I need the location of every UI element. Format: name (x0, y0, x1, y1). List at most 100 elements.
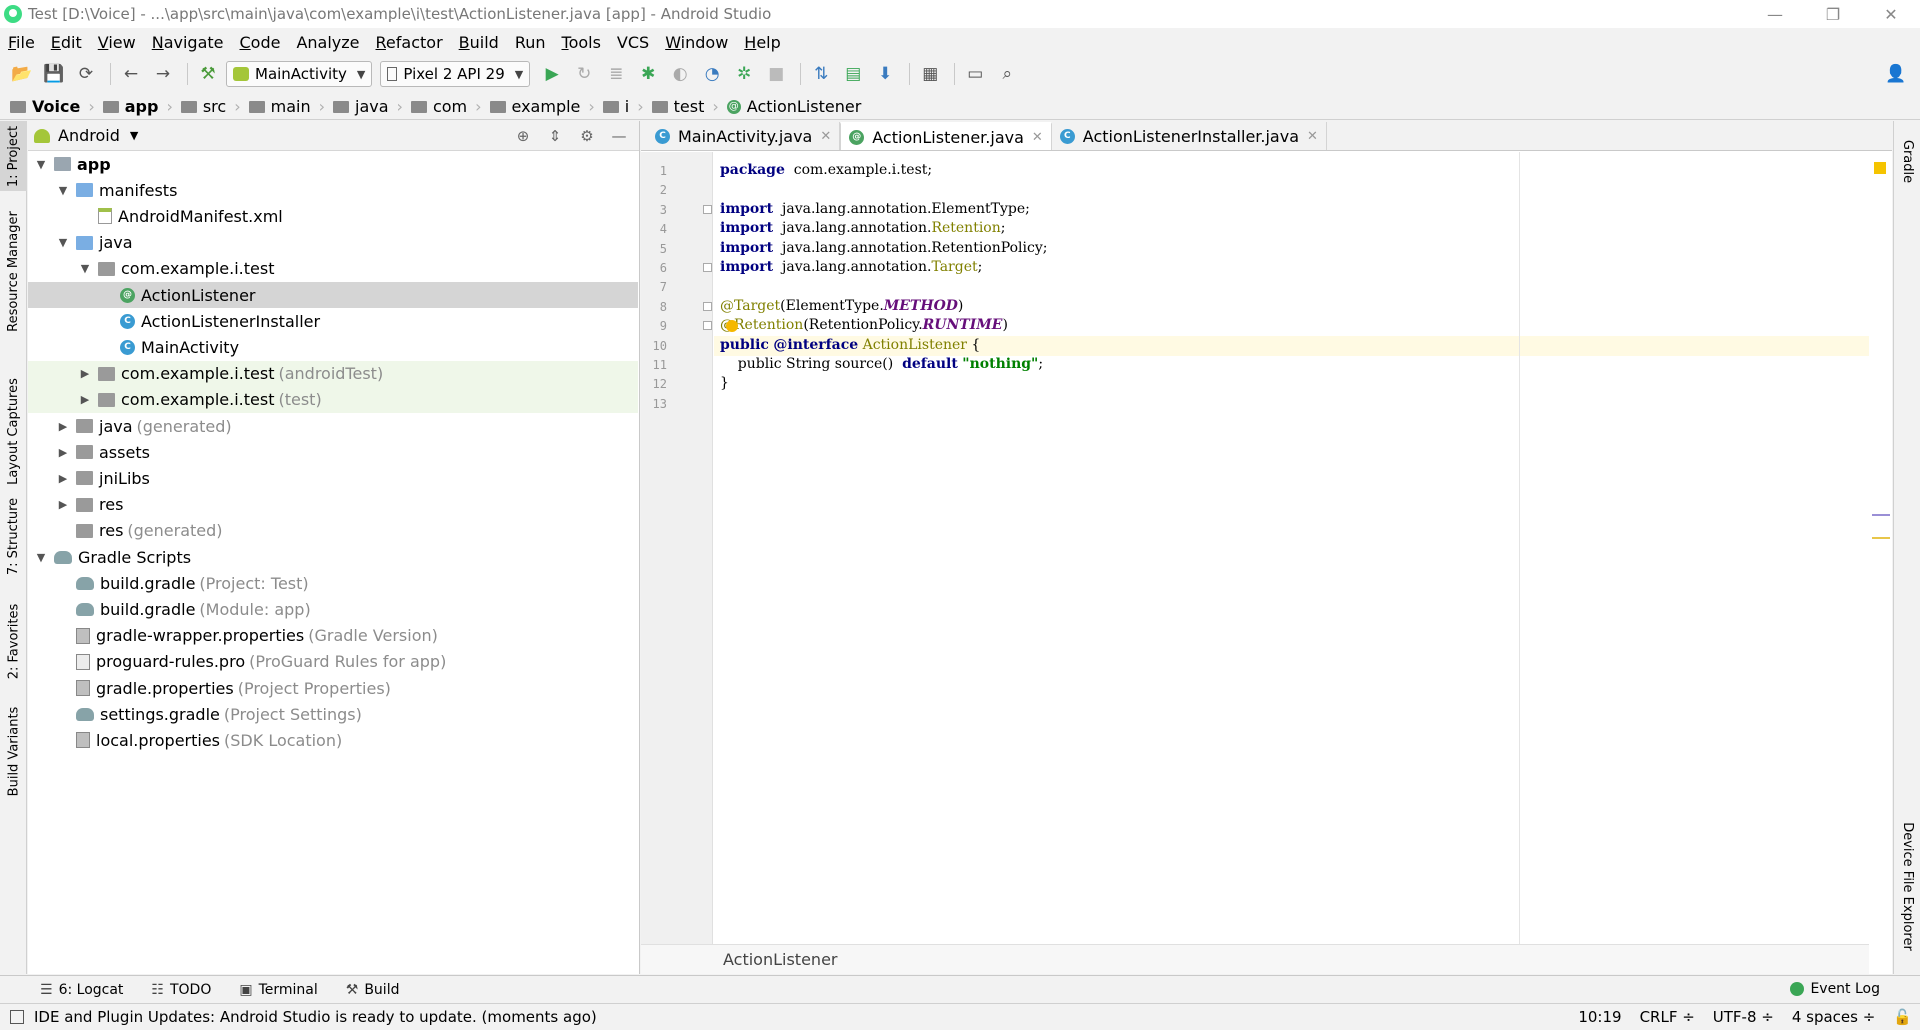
tree-item[interactable]: settings.gradle (Project Settings) (28, 701, 638, 727)
editor-tab[interactable]: C ActionListenerInstaller.java ✕ (1052, 122, 1327, 150)
fold-marker-icon[interactable] (703, 301, 712, 311)
expand-arrow-icon[interactable]: ▼ (34, 158, 48, 171)
sync-icon[interactable]: ⟳ (72, 60, 100, 88)
tree-item[interactable]: ▼ java (28, 230, 638, 256)
tool-window-tab[interactable]: 2: Favorites (0, 591, 27, 691)
marker-stripe[interactable] (1872, 514, 1890, 516)
run-icon[interactable]: ▶ (538, 60, 566, 88)
lock-icon[interactable]: 🔓 (1893, 1008, 1912, 1026)
error-stripe[interactable] (1870, 152, 1892, 944)
toggle-tool-windows-icon[interactable] (10, 1010, 24, 1024)
code-line[interactable]: package com.example.i.test; (720, 162, 932, 178)
search-icon[interactable]: ⌕ (993, 60, 1021, 88)
terminal-icon[interactable]: ▭ (961, 60, 989, 88)
device-select[interactable]: Pixel 2 API 29 ▼ (380, 61, 531, 87)
code-line[interactable]: import java.lang.annotation.RetentionPol… (720, 240, 1047, 256)
back-arrow-icon[interactable]: ← (117, 60, 145, 88)
line-separator-select[interactable]: CRLF ÷ (1640, 1008, 1695, 1026)
code-line[interactable]: @Retention(RetentionPolicy.RUNTIME) (720, 317, 1008, 333)
menu-item[interactable]: File (0, 33, 43, 52)
run-config-select[interactable]: MainActivity ▼ (226, 61, 373, 87)
breadcrumb-item[interactable]: app › (102, 97, 181, 116)
minimize-button[interactable]: — (1746, 0, 1804, 28)
menu-item[interactable]: Tools (554, 33, 609, 52)
code-line[interactable]: import java.lang.annotation.Retention; (720, 220, 1005, 236)
menu-item[interactable]: Navigate (144, 33, 232, 52)
breadcrumb-item[interactable]: java › (333, 97, 411, 116)
editor-tab[interactable]: C MainActivity.java ✕ (647, 122, 841, 150)
apply-code-changes-icon[interactable]: ≣ (602, 60, 630, 88)
inspection-status-icon[interactable] (1874, 162, 1886, 174)
code-line[interactable]: @Target(ElementType.METHOD) (720, 298, 963, 314)
fold-marker-icon[interactable] (703, 263, 712, 272)
marker-stripe[interactable] (1872, 537, 1890, 539)
code-line[interactable]: import java.lang.annotation.ElementType; (720, 201, 1030, 217)
tree-item[interactable]: ▼ manifests (28, 177, 638, 203)
collapse-arrow-icon[interactable]: ▶ (56, 420, 70, 433)
bottom-tool-tab[interactable]: ☷ TODO (151, 982, 211, 998)
code-area[interactable]: package com.example.i.test; import java.l… (714, 152, 1869, 944)
expand-arrow-icon[interactable]: ▼ (78, 262, 92, 275)
tool-window-tab[interactable]: Device File Explorer (1894, 801, 1920, 971)
settings-gear-icon[interactable]: ⚙ (575, 125, 599, 147)
menu-item[interactable]: Build (451, 33, 507, 52)
project-structure-icon[interactable]: ▦ (916, 60, 944, 88)
sync-gradle-icon[interactable]: ⇅ (807, 60, 835, 88)
restore-button[interactable]: ❐ (1804, 0, 1862, 28)
stop-icon[interactable]: ■ (762, 60, 790, 88)
code-line[interactable]: import java.lang.annotation.Target; (720, 259, 982, 275)
code-line[interactable]: } (720, 375, 729, 391)
menu-item[interactable]: Help (736, 33, 788, 52)
tool-window-tab[interactable]: Gradle (1894, 121, 1920, 201)
tree-item[interactable]: ▶ com.example.i.test (test) (28, 386, 638, 413)
collapse-arrow-icon[interactable]: ▶ (78, 393, 92, 406)
status-message[interactable]: IDE and Plugin Updates: Android Studio i… (34, 1008, 597, 1026)
attach-debugger-icon[interactable]: ✲ (730, 60, 758, 88)
open-folder-icon[interactable]: 📂 (8, 60, 36, 88)
breadcrumb-item[interactable]: src › (180, 97, 249, 116)
bottom-tool-tab[interactable]: ▣ Terminal (239, 982, 317, 998)
tree-item[interactable]: gradle-wrapper.properties (Gradle Version… (28, 623, 638, 649)
sdk-manager-icon[interactable]: ⬇ (871, 60, 899, 88)
close-tab-icon[interactable]: ✕ (1032, 130, 1043, 145)
tree-item[interactable]: gradle.properties (Project Properties) (28, 675, 638, 701)
tree-item[interactable]: ▼ Gradle Scripts (28, 544, 638, 570)
tree-item[interactable]: C ActionListenerInstaller (28, 308, 638, 334)
menu-item[interactable]: Window (657, 33, 736, 52)
tree-item[interactable]: res (generated) (28, 518, 638, 544)
coverage-icon[interactable]: ◐ (666, 60, 694, 88)
expand-arrow-icon[interactable]: ▼ (56, 236, 70, 249)
menu-item[interactable]: Edit (43, 33, 90, 52)
menu-item[interactable]: VCS (609, 33, 657, 52)
make-project-hammer-icon[interactable]: ⚒ (194, 60, 222, 88)
breadcrumb-item[interactable]: main › (248, 97, 333, 116)
tree-item[interactable]: ▶ res (28, 492, 638, 518)
tree-item[interactable]: ▶ com.example.i.test (androidTest) (28, 360, 638, 387)
locate-file-icon[interactable]: ⊕ (511, 125, 535, 147)
tree-item[interactable]: ▶ assets (28, 439, 638, 465)
bottom-tool-tab[interactable]: ⚒ Build (346, 982, 400, 998)
fold-marker-icon[interactable] (703, 204, 712, 214)
close-button[interactable]: ✕ (1862, 0, 1920, 28)
breadcrumb-item[interactable]: Voice › (10, 97, 103, 116)
tree-item[interactable]: ▶ jniLibs (28, 465, 638, 491)
close-tab-icon[interactable]: ✕ (820, 129, 831, 144)
tree-item[interactable]: local.properties (SDK Location) (28, 727, 638, 753)
tree-item[interactable]: AndroidManifest.xml (28, 203, 638, 229)
menu-item[interactable]: Run (507, 33, 554, 52)
bottom-tool-tab[interactable]: ☰ 6: Logcat (40, 982, 123, 998)
collapse-all-icon[interactable]: ⇕ (543, 125, 567, 147)
breadcrumb-item[interactable]: i › (602, 97, 652, 116)
chevron-down-icon[interactable]: ▼ (130, 129, 138, 142)
tree-item[interactable]: ▶ java (generated) (28, 413, 638, 439)
editor-breadcrumb-label[interactable]: ActionListener (723, 950, 837, 969)
caret-position[interactable]: 10:19 (1578, 1008, 1621, 1026)
user-account-icon[interactable]: 👤 (1882, 60, 1910, 88)
breadcrumb-item[interactable]: @ ActionListener (726, 97, 861, 116)
menu-item[interactable]: Code (232, 33, 289, 52)
tree-item[interactable]: build.gradle (Module: app) (28, 596, 638, 622)
tool-window-tab[interactable]: 1: Project (0, 121, 27, 191)
avd-manager-icon[interactable]: ▤ (839, 60, 867, 88)
menu-item[interactable]: Refactor (368, 33, 451, 52)
tool-window-tab[interactable]: Build Variants (0, 691, 27, 811)
